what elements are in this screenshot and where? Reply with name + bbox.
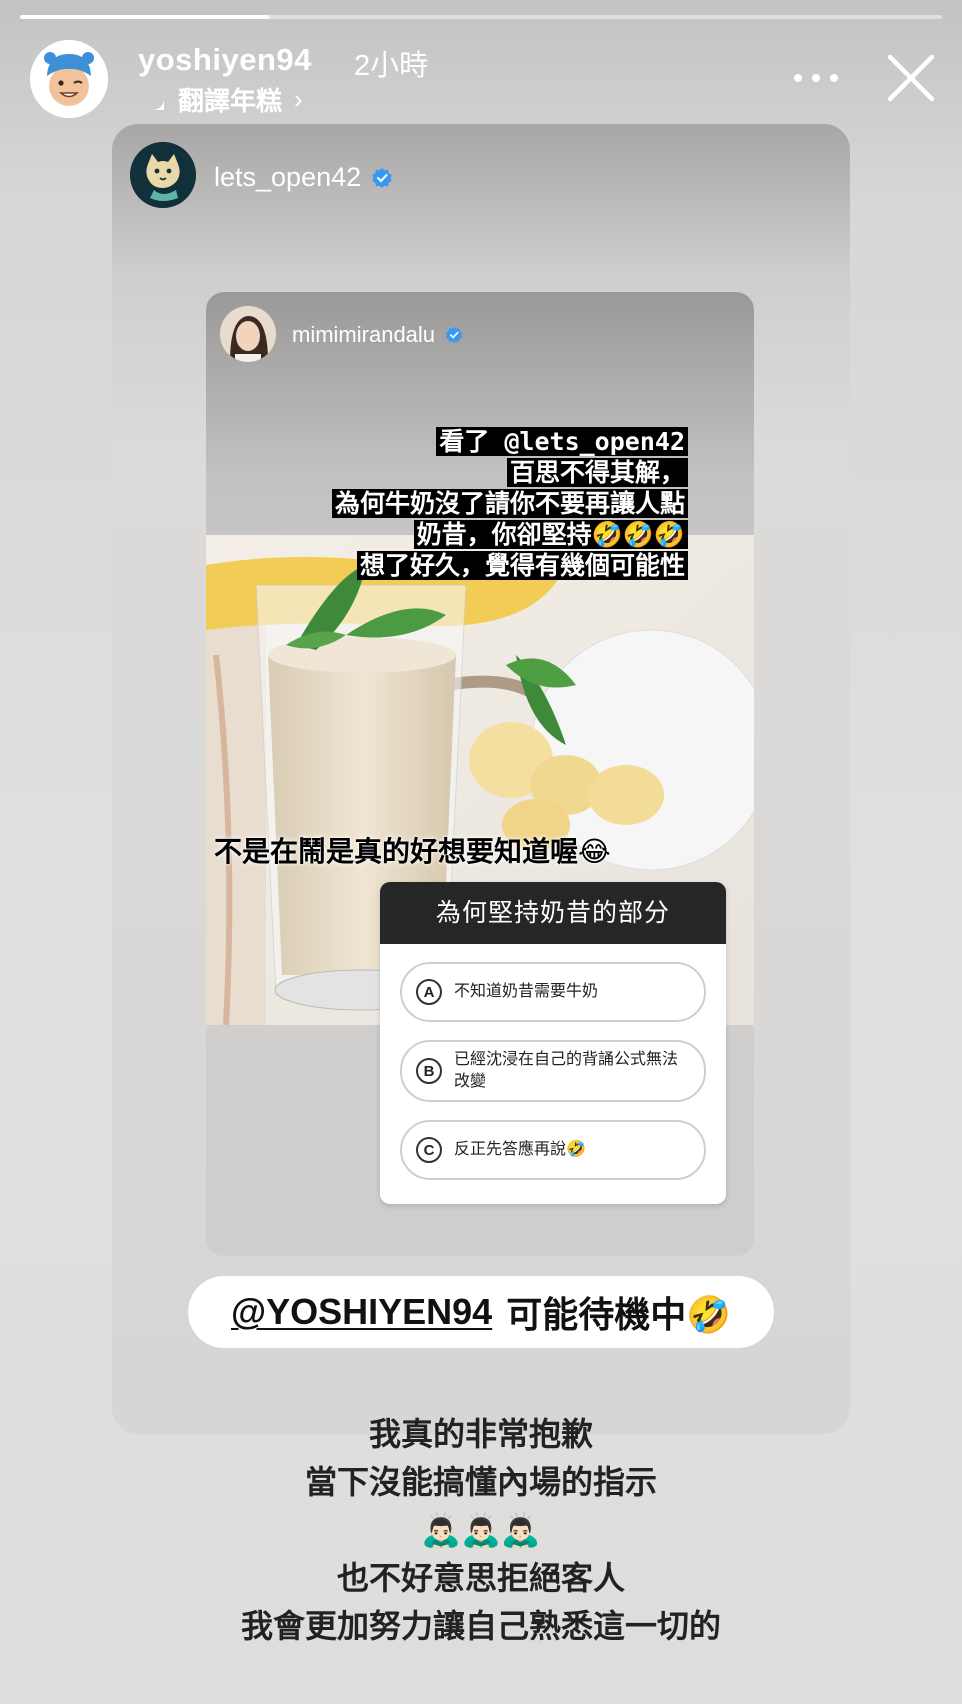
chevron-right-icon: › [294, 83, 303, 114]
inner-story[interactable]: mimimirandalu 看了 @lets_open42 百思不得其解， 為何… [206, 292, 754, 1256]
shared-post-username-row[interactable]: lets_open42 [214, 162, 393, 193]
close-button[interactable] [886, 53, 936, 103]
caption-line: 想了好久，覺得有幾個可能性 [356, 551, 688, 580]
mention-sticker[interactable]: @YOSHIYEN94 可能待機中🤣 [188, 1276, 774, 1348]
verified-badge-icon [372, 167, 392, 188]
more-options-button[interactable] [794, 68, 838, 88]
close-icon [887, 54, 935, 102]
translate-label: 翻譯年糕 [178, 85, 283, 116]
inner-story-username: mimimirandalu [292, 322, 436, 347]
dot-icon [794, 74, 802, 82]
speech-bubble-icon [142, 88, 164, 110]
option-text: 已經沈浸在自己的背誦公式無法改變 [454, 1051, 679, 1090]
bowing-emoji-row: 🙇🏻‍♂️🙇🏻‍♂️🙇🏻‍♂️ [421, 1512, 541, 1548]
dot-icon [812, 74, 820, 82]
shared-post-card[interactable]: lets_open42 mimimirandalu 看了 @lets_open4… [112, 124, 850, 1434]
profile-photo-icon [220, 306, 276, 362]
quiz-sticker[interactable]: 為何堅持奶昔的部分 A 不知道奶昔需要牛奶 B 已經沈浸在自己的背誦公式無法改變… [380, 882, 726, 1204]
story-progress-fill [20, 15, 269, 19]
caption-line: 為何牛奶沒了請你不要再讓人點 [331, 489, 688, 518]
caption-line: 看了 @lets_open42 [436, 427, 688, 456]
option-letter-a: A [416, 979, 442, 1005]
dot-icon [830, 74, 838, 82]
inner-story-username-row[interactable]: mimimirandalu [292, 322, 463, 348]
verified-badge-icon [446, 326, 463, 344]
mention-text: 可能待機中🤣 [506, 1294, 732, 1335]
cat-logo-icon [130, 142, 196, 208]
story-text-block: 我真的非常抱歉 當下沒能搞懂內場的指示 🙇🏻‍♂️🙇🏻‍♂️🙇🏻‍♂️ 也不好意… [0, 1410, 962, 1650]
story-text-line: 我會更加努力讓自己熟悉這一切的 [240, 1608, 721, 1644]
mention-handle[interactable]: @YOSHIYEN94 [231, 1291, 492, 1333]
overlay-text: 不是在鬧是真的好想要知道喔😂 [214, 836, 611, 867]
story-timestamp: 2小時 [354, 50, 429, 82]
story-text-line: 當下沒能搞懂內場的指示 [304, 1464, 657, 1500]
option-letter-b: B [416, 1058, 442, 1084]
inner-story-avatar[interactable] [220, 306, 276, 362]
story-text-line: 也不好意思拒絕客人 [336, 1560, 625, 1596]
shared-post-avatar[interactable] [130, 142, 196, 208]
translate-link[interactable]: 翻譯年糕 › [140, 83, 303, 116]
story-username[interactable]: yoshiyen94 [138, 42, 312, 78]
caption-line: 百思不得其解， [506, 458, 688, 487]
story-text-line: 我真的非常抱歉 [368, 1416, 593, 1452]
quiz-option-a[interactable]: A 不知道奶昔需要牛奶 [400, 962, 706, 1022]
shared-post-username: lets_open42 [214, 162, 362, 192]
memoji-avatar-icon [30, 40, 108, 118]
story-progress-bar [20, 15, 942, 19]
caption-block: 看了 @lets_open42 百思不得其解， 為何牛奶沒了請你不要再讓人點 奶… [331, 427, 688, 582]
quiz-option-c[interactable]: C 反正先答應再說🤣 [400, 1120, 706, 1180]
story-avatar[interactable] [30, 40, 108, 118]
caption-line: 奶昔，你卻堅持🤣🤣🤣 [413, 520, 688, 549]
quiz-option-b[interactable]: B 已經沈浸在自己的背誦公式無法改變 [400, 1040, 706, 1102]
option-text: 不知道奶昔需要牛奶 [454, 983, 599, 1000]
quiz-question: 為何堅持奶昔的部分 [380, 882, 726, 944]
option-text: 反正先答應再說🤣 [454, 1141, 586, 1158]
option-letter-c: C [416, 1137, 442, 1163]
